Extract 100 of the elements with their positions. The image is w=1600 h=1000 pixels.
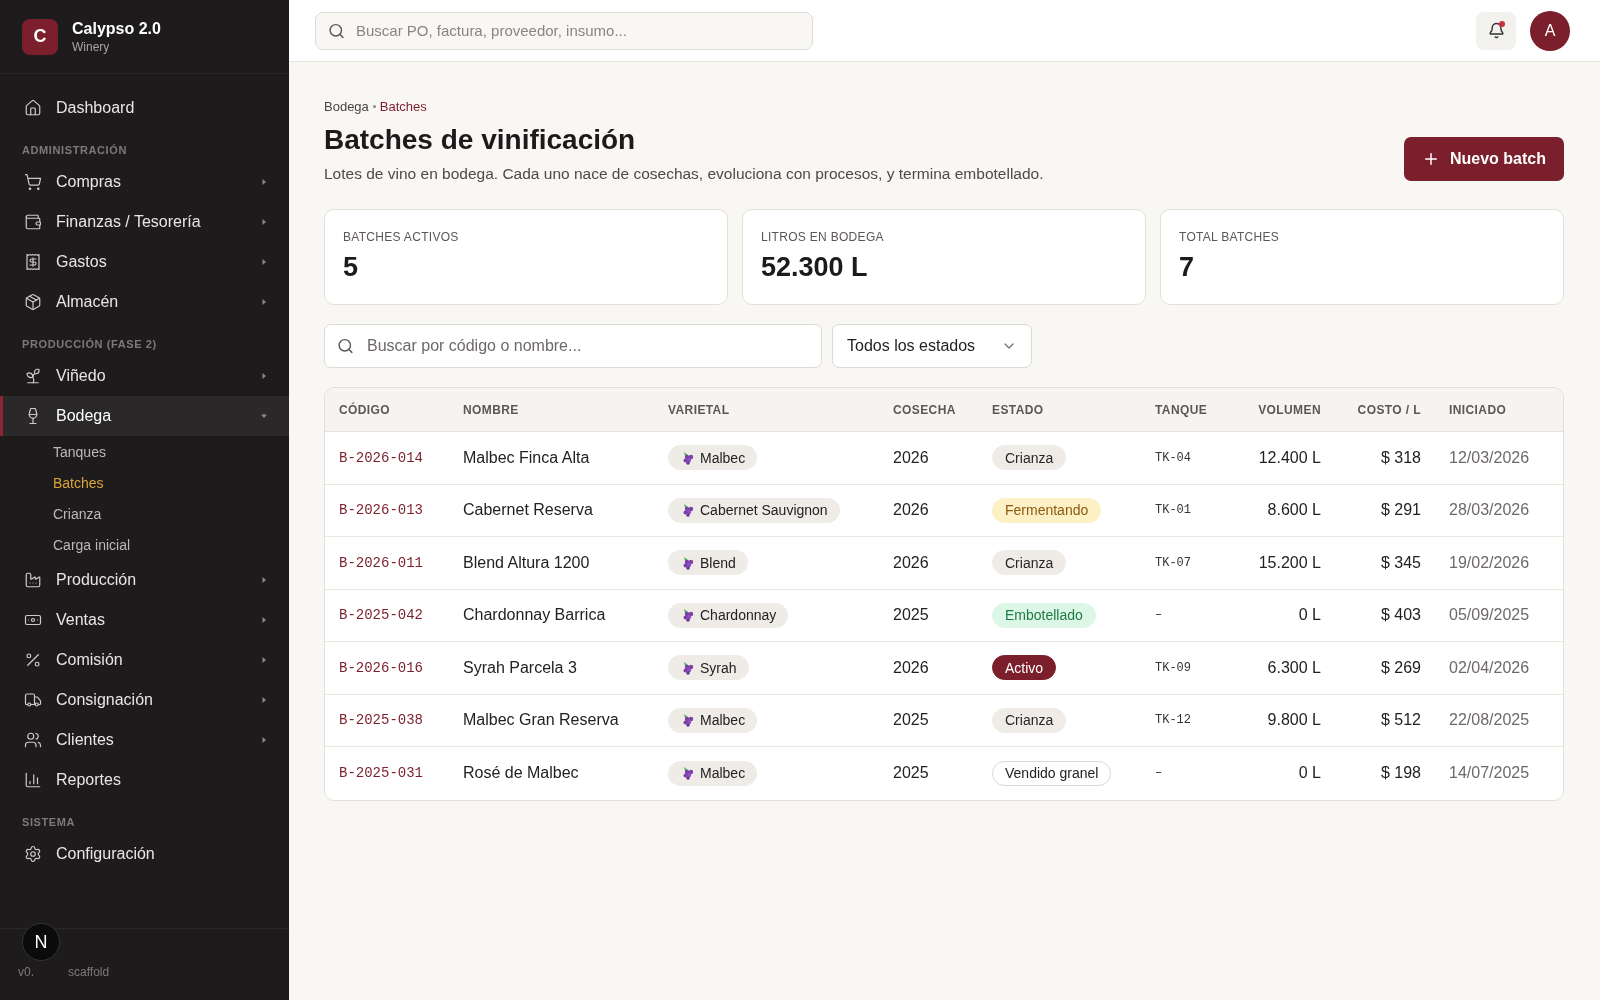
column-header: COSECHA xyxy=(893,402,957,417)
table-cell-text: 28/03/2026 xyxy=(1449,501,1531,520)
grape-icon xyxy=(681,713,694,728)
nav-item[interactable]: Reportes xyxy=(0,760,289,800)
dev-badge[interactable]: N xyxy=(22,923,60,961)
receipt-icon xyxy=(24,253,42,271)
table-cell-text: 2025 xyxy=(893,764,930,783)
plus-icon xyxy=(1422,150,1440,168)
new-batch-button[interactable]: Nuevo batch xyxy=(1404,137,1564,181)
column-header: VOLUMEN xyxy=(1257,402,1321,417)
status-dropdown[interactable]: Todos los estados xyxy=(832,324,1032,368)
batch-search-field[interactable]: Buscar por código o nombre... xyxy=(324,324,822,368)
status-badge: Activo xyxy=(992,655,1057,681)
varietal-tag: Malbec xyxy=(668,760,758,786)
grape-icon xyxy=(681,555,694,570)
brand-name: Calypso 2.0 xyxy=(72,19,161,38)
batch-code-link[interactable]: B-2025-031 xyxy=(339,765,423,782)
table-cell-text: 05/09/2025 xyxy=(1449,606,1531,625)
status-badge: Vendido granel xyxy=(992,760,1112,786)
cart-icon xyxy=(24,173,42,191)
table-cell-text: Chardonnay Barrica xyxy=(463,606,607,625)
varietal-tag: Chardonnay xyxy=(668,602,789,628)
status-badge: Crianza xyxy=(992,707,1067,733)
table-cell-text: 0 L xyxy=(1297,764,1321,783)
varietal-tag: Blend xyxy=(668,550,748,576)
nav-item[interactable]: Dashboard xyxy=(0,88,289,128)
stat-value: 5 xyxy=(343,252,360,283)
status-badge: Crianza xyxy=(992,445,1067,471)
nav-item[interactable]: Ventas xyxy=(0,600,289,640)
nav-subitem[interactable]: Batches xyxy=(0,467,289,498)
footer-note: scaffold xyxy=(68,964,110,979)
nav-item[interactable]: Compras xyxy=(0,162,289,202)
breadcrumb-separator xyxy=(372,105,376,108)
batch-code-link[interactable]: B-2025-038 xyxy=(339,712,423,729)
batch-code-link[interactable]: B-2026-013 xyxy=(339,502,423,519)
nav-item[interactable]: Producción xyxy=(0,560,289,600)
status-badge: Crianza xyxy=(992,550,1067,576)
batch-code-link[interactable]: B-2026-016 xyxy=(339,659,423,676)
sprout-icon xyxy=(24,367,42,385)
nav-item[interactable]: Comisión xyxy=(0,640,289,680)
table-cell-text: 2026 xyxy=(893,553,930,572)
grape-icon xyxy=(681,608,694,623)
table-cell-text: 2026 xyxy=(893,448,930,467)
table-cell-text: 15.200 L xyxy=(1257,553,1321,572)
breadcrumb-link[interactable]: Batches xyxy=(379,99,427,114)
column-header: INICIADO xyxy=(1449,402,1508,417)
nav-item[interactable]: Finanzas / Tesorería xyxy=(0,202,289,242)
column-header: TANQUE xyxy=(1155,402,1209,417)
table-cell-text: $ 291 xyxy=(1379,501,1421,520)
nav-item[interactable]: Gastos xyxy=(0,242,289,282)
nav-item[interactable]: Bodega xyxy=(0,396,289,436)
table-cell-text: 22/08/2025 xyxy=(1449,711,1531,730)
nav-subitem[interactable]: Carga inicial xyxy=(0,529,289,560)
global-search-field[interactable]: Buscar PO, factura, proveedor, insumo... xyxy=(315,11,813,50)
table-cell-text: $ 198 xyxy=(1379,764,1421,783)
varietal-tag: Syrah xyxy=(668,655,749,681)
table-cell-text: $ 403 xyxy=(1379,606,1421,625)
breadcrumb-link[interactable]: Bodega xyxy=(324,99,369,114)
batch-code-link[interactable]: B-2025-042 xyxy=(339,607,423,624)
brand-logo: C xyxy=(22,18,58,55)
page-title: Batches de vinificación xyxy=(324,124,637,156)
varietal-tag: Malbec xyxy=(668,445,758,471)
nav-subitem[interactable]: Tanques xyxy=(0,436,289,467)
box-icon xyxy=(24,293,42,311)
tank-code: TK-12 xyxy=(1155,713,1191,728)
batch-code-link[interactable]: B-2026-014 xyxy=(339,449,423,466)
table-cell-text: 19/02/2026 xyxy=(1449,553,1531,572)
grape-icon xyxy=(681,503,694,518)
nav-item[interactable]: Almacén xyxy=(0,282,289,322)
nav-subitem[interactable]: Crianza xyxy=(0,498,289,529)
notifications-button[interactable] xyxy=(1476,11,1516,50)
tank-code: TK-04 xyxy=(1155,450,1191,465)
stat-label: TOTAL BATCHES xyxy=(1179,230,1281,244)
table-cell-text: 02/04/2026 xyxy=(1449,658,1531,677)
tank-code: – xyxy=(1155,608,1163,623)
nav-item[interactable]: Consignación xyxy=(0,680,289,720)
table-cell-text: 2026 xyxy=(893,658,930,677)
user-avatar[interactable]: A xyxy=(1530,10,1570,51)
nav-item[interactable]: Configuración xyxy=(0,834,289,874)
table-cell-text: $ 269 xyxy=(1379,658,1421,677)
table-cell-text: 0 L xyxy=(1297,606,1321,625)
stat-value: 52.300 L xyxy=(761,252,869,283)
nav-item[interactable]: Clientes xyxy=(0,720,289,760)
nav-item[interactable]: Viñedo xyxy=(0,356,289,396)
stat-label: BATCHES ACTIVOS xyxy=(343,230,460,244)
varietal-tag: Cabernet Sauvignon xyxy=(668,497,840,523)
column-header: CÓDIGO xyxy=(339,402,392,417)
batch-code-link[interactable]: B-2026-011 xyxy=(339,554,423,571)
table-cell-text: 9.800 L xyxy=(1266,711,1321,730)
column-header: ESTADO xyxy=(992,402,1045,417)
grape-icon xyxy=(681,450,694,465)
table-cell-text: Blend Altura 1200 xyxy=(463,553,591,572)
table-cell-text: Malbec Finca Alta xyxy=(463,448,591,467)
grape-icon xyxy=(681,660,694,675)
grape-icon xyxy=(681,766,694,781)
percent-icon xyxy=(24,651,42,669)
brand-subtitle: Winery xyxy=(72,39,111,54)
table-cell-text: $ 318 xyxy=(1379,448,1421,467)
status-badge: Fermentando xyxy=(992,497,1102,523)
table-cell-text: 6.300 L xyxy=(1266,658,1321,677)
